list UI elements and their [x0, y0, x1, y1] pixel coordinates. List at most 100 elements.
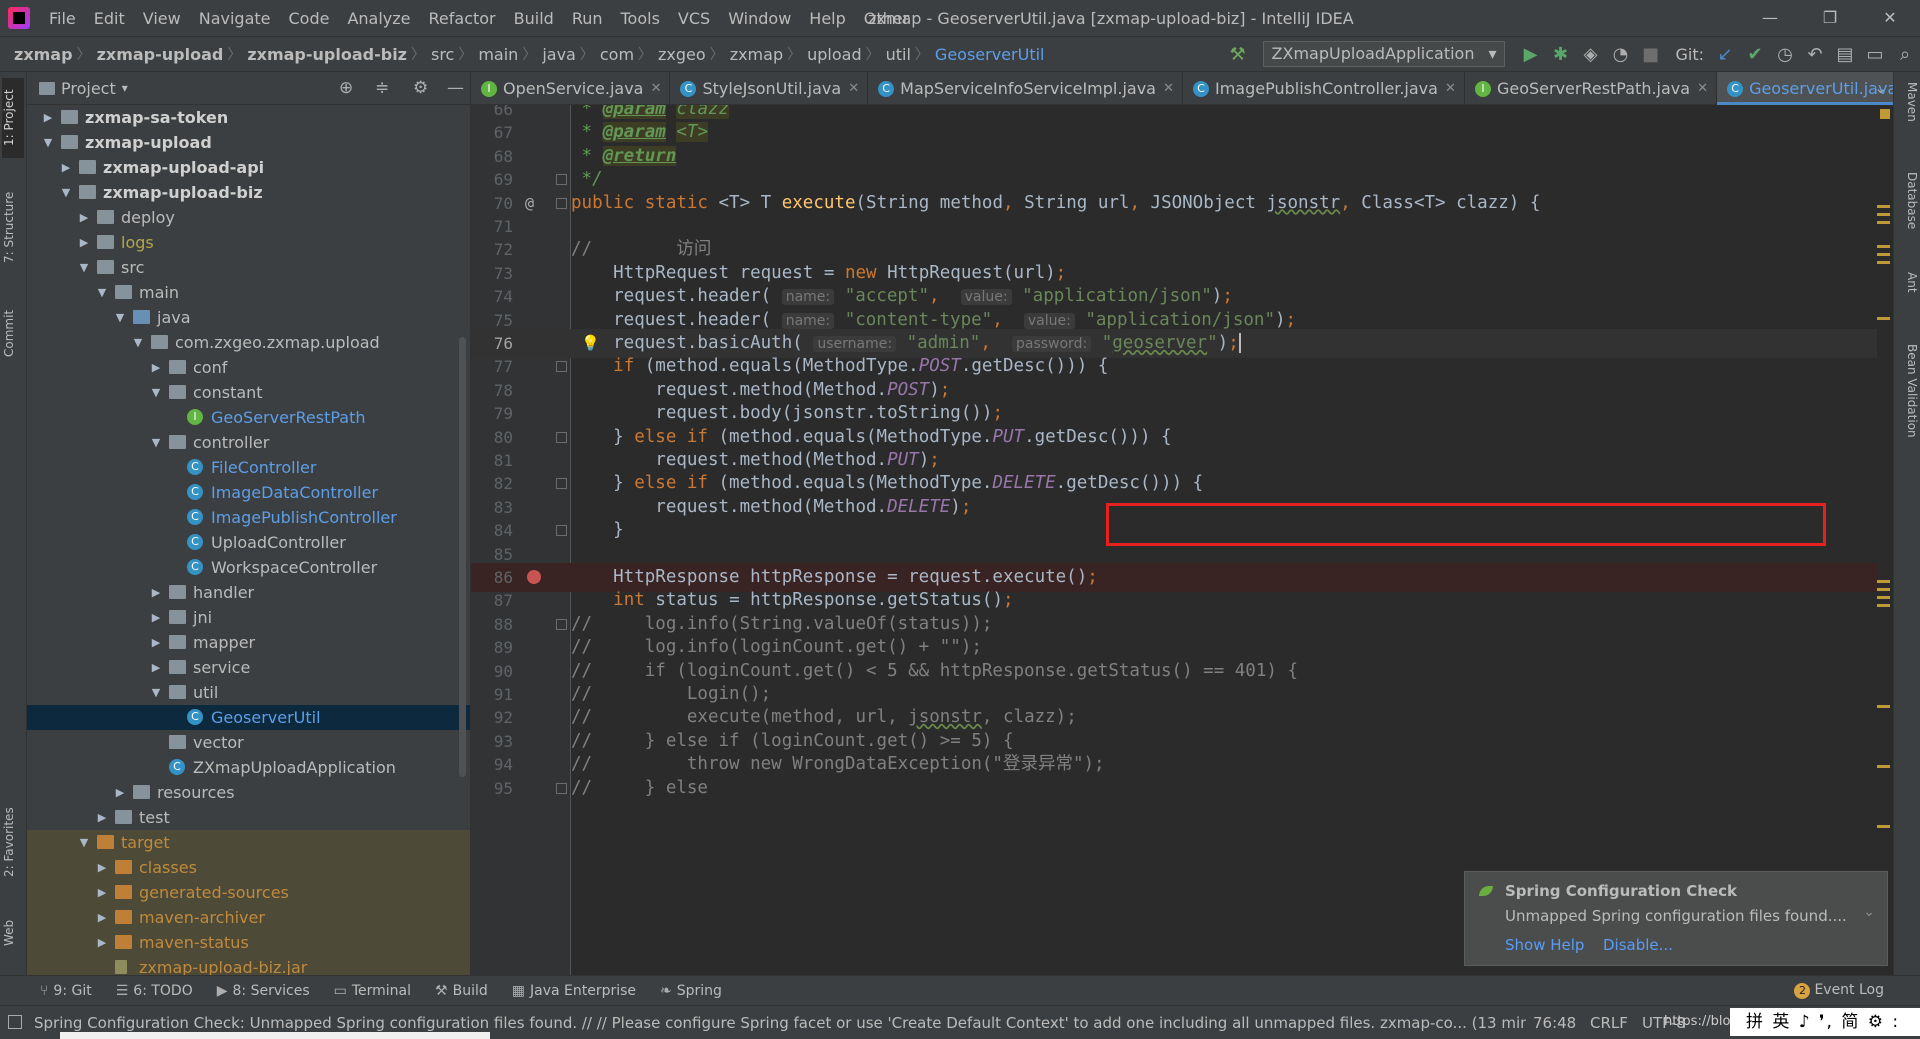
- project-tree-item[interactable]: ▶ deploy: [27, 205, 470, 230]
- chevron-down-icon[interactable]: ▾: [122, 81, 128, 95]
- debug-icon[interactable]: ✱: [1545, 44, 1575, 65]
- expand-right-icon[interactable]: ▶: [149, 580, 163, 605]
- project-tree-item[interactable]: ▶ mapper: [27, 630, 470, 655]
- project-tree-item[interactable]: ▼ com.zxgeo.zxmap.upload: [27, 330, 470, 355]
- fold-marker-icon[interactable]: [556, 197, 567, 209]
- error-stripe-marker[interactable]: [1877, 261, 1890, 264]
- web-tool-tab[interactable]: Web: [2, 908, 24, 958]
- restore-window-button[interactable]: ❐: [1800, 0, 1860, 36]
- menu-analyze[interactable]: Analyze: [338, 9, 419, 28]
- project-tree-item[interactable]: C ImagePublishController: [27, 505, 470, 530]
- close-tab-icon[interactable]: ✕: [1445, 72, 1456, 105]
- error-stripe-marker[interactable]: [1877, 705, 1890, 708]
- editor-tab[interactable]: C StyleJsonUtil.java ✕: [670, 72, 869, 105]
- project-tree-item[interactable]: ▼ zxmap-upload-biz: [27, 180, 470, 205]
- project-tree-item[interactable]: ▼ zxmap-upload: [27, 130, 470, 155]
- code-line[interactable]: 95 // } else: [471, 774, 1893, 803]
- expand-right-icon[interactable]: ▶: [77, 205, 91, 230]
- menu-tools[interactable]: Tools: [612, 9, 669, 28]
- editor-scrollbar[interactable]: [1877, 105, 1893, 975]
- commit-tool-tab[interactable]: Commit: [2, 298, 24, 368]
- breadcrumb-item[interactable]: GeoserverUtil: [929, 45, 1049, 64]
- expand-down-icon[interactable]: ▼: [149, 430, 163, 455]
- maven-tool-tab[interactable]: Maven: [1897, 82, 1919, 152]
- project-tree-item[interactable]: ▶ zxmap-upload-api: [27, 155, 470, 180]
- collapse-all-icon[interactable]: ≑: [375, 78, 389, 98]
- project-tree-item[interactable]: ▼ constant: [27, 380, 470, 405]
- disable-link[interactable]: Disable...: [1603, 936, 1673, 954]
- error-stripe-marker[interactable]: [1877, 317, 1890, 320]
- breadcrumb-item[interactable]: src: [425, 45, 458, 64]
- project-tree-item[interactable]: ▶ handler: [27, 580, 470, 605]
- git-rollback-icon[interactable]: ↶: [1800, 44, 1830, 65]
- error-stripe-marker[interactable]: [1877, 221, 1890, 224]
- project-tree-item[interactable]: vector: [27, 730, 470, 755]
- editor-tab[interactable]: C MapServiceInfoServiceImpl.java ✕: [868, 72, 1183, 105]
- fold-marker-icon[interactable]: [556, 525, 567, 537]
- status-message[interactable]: Spring Configuration Check: Unmapped Spr…: [34, 1014, 1526, 1032]
- close-window-button[interactable]: ✕: [1860, 0, 1920, 36]
- editor-tab[interactable]: I GeoServerRestPath.java ✕: [1465, 72, 1718, 105]
- expand-right-icon[interactable]: ▶: [113, 780, 127, 805]
- presentation-icon[interactable]: ▭: [1860, 44, 1890, 65]
- menu-build[interactable]: Build: [505, 9, 563, 28]
- breadcrumb-item[interactable]: zxmap: [8, 45, 77, 64]
- tool-window-button[interactable]: ▭ Terminal: [322, 983, 423, 999]
- menu-refactor[interactable]: Refactor: [420, 9, 505, 28]
- project-tree-item[interactable]: ▼ src: [27, 255, 470, 280]
- project-tree-item[interactable]: ▶ zxmap-sa-token: [27, 105, 470, 130]
- search-everywhere-icon[interactable]: ⌕: [1890, 44, 1920, 65]
- error-stripe-marker[interactable]: [1877, 596, 1890, 599]
- expand-right-icon[interactable]: ▶: [95, 930, 109, 955]
- breadcrumb-item[interactable]: com: [594, 45, 638, 64]
- close-tab-icon[interactable]: ✕: [651, 72, 662, 105]
- expand-down-icon[interactable]: ▼: [149, 680, 163, 705]
- error-stripe-marker[interactable]: [1877, 253, 1890, 256]
- project-tree-item[interactable]: ▶ jni: [27, 605, 470, 630]
- menu-run[interactable]: Run: [563, 9, 612, 28]
- expand-down-icon[interactable]: ▼: [77, 255, 91, 280]
- git-update-icon[interactable]: ↙: [1710, 44, 1740, 65]
- project-tree-item[interactable]: C GeoserverUtil: [27, 705, 470, 730]
- expand-right-icon[interactable]: ▶: [41, 105, 55, 130]
- close-tab-icon[interactable]: ✕: [848, 72, 859, 105]
- code-editor[interactable]: 66 * @param clazz 67 * @param <T> 68 * @re…: [471, 105, 1893, 975]
- inspection-status-icon[interactable]: [1880, 109, 1890, 119]
- project-tree-item[interactable]: C ImageDataController: [27, 480, 470, 505]
- error-stripe-marker[interactable]: [1877, 825, 1890, 828]
- hide-panel-icon[interactable]: —: [447, 78, 464, 98]
- editor-tab[interactable]: CGeoserverUtil.java✕: [1717, 72, 1920, 105]
- favorites-tool-tab[interactable]: 2: Favorites: [2, 792, 24, 892]
- project-tree-item[interactable]: ▶ generated-sources: [27, 880, 470, 905]
- error-stripe-marker[interactable]: [1877, 588, 1890, 591]
- breadcrumb-item[interactable]: zxmap-upload-biz: [241, 45, 411, 64]
- expand-down-icon[interactable]: ▼: [41, 130, 55, 155]
- project-tree-item[interactable]: zxmap-upload-biz.jar: [27, 955, 470, 975]
- run-icon[interactable]: ▶: [1515, 44, 1545, 65]
- git-commit-icon[interactable]: ✔: [1740, 44, 1770, 65]
- tool-window-button[interactable]: ▦ Java Enterprise: [500, 983, 648, 999]
- project-tree-item[interactable]: ▶ logs: [27, 230, 470, 255]
- caret-position[interactable]: 76:48: [1533, 1014, 1576, 1032]
- expand-right-icon[interactable]: ▶: [95, 880, 109, 905]
- breakpoint-icon[interactable]: [527, 570, 541, 584]
- error-stripe-marker[interactable]: [1877, 245, 1890, 248]
- tool-window-button[interactable]: ❧ Spring: [648, 983, 734, 999]
- breadcrumb-item[interactable]: zxmap-upload: [91, 45, 228, 64]
- run-configuration-select[interactable]: ZXmapUploadApplication: [1262, 41, 1506, 67]
- project-tree-item[interactable]: ▶ service: [27, 655, 470, 680]
- line-separator[interactable]: CRLF: [1590, 1014, 1628, 1032]
- expand-right-icon[interactable]: ▶: [149, 655, 163, 680]
- expand-down-icon[interactable]: ▼: [149, 380, 163, 405]
- ime-toolbar[interactable]: 拼 英 ♪ ❜, 简 ⚙ :: [1730, 1008, 1920, 1036]
- expand-right-icon[interactable]: ▶: [149, 630, 163, 655]
- bean-validation-tool-tab[interactable]: Bean Validation: [1897, 344, 1919, 474]
- project-tree-item[interactable]: ▼ controller: [27, 430, 470, 455]
- tool-window-button[interactable]: ⚒ Build: [423, 983, 500, 999]
- project-tree-item[interactable]: C ZXmapUploadApplication: [27, 755, 470, 780]
- expand-down-icon[interactable]: ▼: [131, 330, 145, 355]
- fold-marker-icon[interactable]: [556, 782, 567, 794]
- project-structure-icon[interactable]: ▤: [1830, 44, 1860, 65]
- expand-right-icon[interactable]: ▶: [95, 805, 109, 830]
- project-tool-tab[interactable]: 1: Project: [2, 78, 24, 158]
